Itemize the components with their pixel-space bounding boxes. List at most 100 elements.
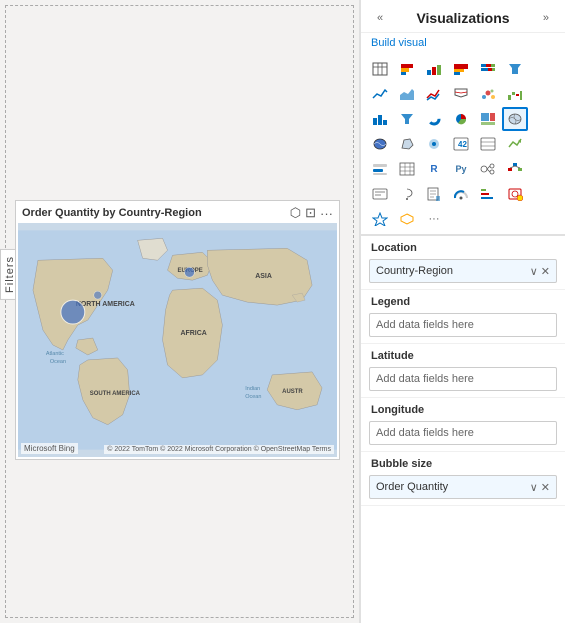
svg-text:AFRICA: AFRICA <box>180 330 206 337</box>
area-icon[interactable] <box>394 82 420 106</box>
custom2-icon[interactable] <box>394 207 420 231</box>
icon-row-2 <box>367 82 559 106</box>
location-close-icon[interactable]: ✕ <box>541 265 550 278</box>
viz-icon-grid: 42 R Py <box>361 55 565 236</box>
canvas-area: Filters Order Quantity by Country-Region… <box>0 0 360 623</box>
decomp-tree-icon[interactable] <box>502 157 528 181</box>
donut-icon[interactable] <box>421 107 447 131</box>
legend-slot[interactable]: Add data fields here <box>369 313 557 337</box>
longitude-label: Longitude <box>361 398 565 419</box>
location-field-text: Country-Region <box>376 265 530 277</box>
focus-icon[interactable]: ⊡ <box>305 205 316 221</box>
right-panel: « Visualizations » Build visual <box>360 0 565 623</box>
svg-text:ASIA: ASIA <box>255 273 272 280</box>
bubble-size-label: Bubble size <box>361 452 565 473</box>
bubble-size-slot-icons: ∨ ✕ <box>530 481 550 494</box>
field-section-bubble-size: Bubble size Order Quantity ∨ ✕ <box>361 452 565 506</box>
stacked-bar-icon[interactable] <box>394 57 420 81</box>
svg-text:42: 42 <box>458 140 467 149</box>
icon-row-5: R Py <box>367 157 559 181</box>
key-influencers-icon[interactable] <box>475 157 501 181</box>
field-section-longitude: Longitude Add data fields here <box>361 398 565 452</box>
visual-controls: ⬡ ⊡ ··· <box>290 205 333 221</box>
waterfall-icon[interactable] <box>502 82 528 106</box>
legend-field-text: Add data fields here <box>376 319 550 331</box>
map-icon active[interactable] <box>502 107 528 131</box>
longitude-field-text: Add data fields here <box>376 427 550 439</box>
bubble-size-dropdown-icon[interactable]: ∨ <box>530 481 538 494</box>
svg-text:Atlantic: Atlantic <box>46 351 64 357</box>
clustered-col-icon[interactable] <box>448 57 474 81</box>
number-card-icon[interactable]: 42 <box>448 132 474 156</box>
collapse-left-btn[interactable]: « <box>371 8 389 28</box>
latitude-label: Latitude <box>361 344 565 365</box>
build-visual-link[interactable]: Build visual <box>361 33 565 55</box>
fields-area: Location Country-Region ∨ ✕ Legend Add d… <box>361 236 565 623</box>
line-icon[interactable] <box>367 82 393 106</box>
icon-row-1 <box>367 57 559 81</box>
bing-logo: Microsoft Bing <box>21 443 78 454</box>
multi-row-card-icon[interactable] <box>475 132 501 156</box>
new-visual-icon[interactable] <box>502 182 528 206</box>
visual-card: Order Quantity by Country-Region ⬡ ⊡ ··· <box>15 200 340 460</box>
kpi-icon[interactable] <box>502 132 528 156</box>
gauge-icon[interactable] <box>448 182 474 206</box>
location-dropdown-icon[interactable]: ∨ <box>530 265 538 278</box>
100pct-bar-icon[interactable] <box>475 57 501 81</box>
bubble-size-close-icon[interactable]: ✕ <box>541 481 550 494</box>
svg-text:SOUTH AMERICA: SOUTH AMERICA <box>90 391 141 397</box>
r-icon[interactable]: R <box>421 157 447 181</box>
slicer-icon[interactable] <box>367 157 393 181</box>
svg-text:Ocean: Ocean <box>245 394 261 400</box>
visual-card-header: Order Quantity by Country-Region ⬡ ⊡ ··· <box>16 201 339 225</box>
line-stacked-icon[interactable] <box>421 82 447 106</box>
svg-text:Ocean: Ocean <box>50 359 66 365</box>
legend-label: Legend <box>361 290 565 311</box>
icon-row-6 <box>367 182 559 206</box>
matrix-icon[interactable] <box>394 157 420 181</box>
field-section-latitude: Latitude Add data fields here <box>361 344 565 398</box>
smart-narrative-icon[interactable] <box>367 182 393 206</box>
panel-header: « Visualizations » <box>361 0 565 33</box>
expand-right-btn[interactable]: » <box>537 8 555 28</box>
location-slot[interactable]: Country-Region ∨ ✕ <box>369 259 557 283</box>
python-icon[interactable]: Py <box>448 157 474 181</box>
custom1-icon[interactable] <box>367 207 393 231</box>
pie-icon[interactable] <box>448 107 474 131</box>
ribbon-icon[interactable] <box>448 82 474 106</box>
bubble-size-field-text: Order Quantity <box>376 481 530 493</box>
map-svg: NORTH AMERICA SOUTH AMERICA EUROPE ASIA … <box>18 223 337 457</box>
treemap-icon[interactable] <box>475 107 501 131</box>
scatter-icon[interactable] <box>475 82 501 106</box>
location-slot-icons: ∨ ✕ <box>530 265 550 278</box>
location-label: Location <box>361 236 565 257</box>
map-container: NORTH AMERICA SOUTH AMERICA EUROPE ASIA … <box>18 223 337 457</box>
table-icon[interactable] <box>367 57 393 81</box>
more-visuals-icon[interactable]: ··· <box>421 207 447 231</box>
latitude-field-text: Add data fields here <box>376 373 550 385</box>
azure-map-icon[interactable] <box>421 132 447 156</box>
more-options-icon[interactable]: ··· <box>320 206 333 221</box>
latitude-slot[interactable]: Add data fields here <box>369 367 557 391</box>
funnel-icon[interactable] <box>502 57 528 81</box>
filled-map-icon[interactable] <box>367 132 393 156</box>
icon-row-3 <box>367 107 559 131</box>
clustered-bar-icon[interactable] <box>421 57 447 81</box>
field-section-location: Location Country-Region ∨ ✕ <box>361 236 565 290</box>
col-chart-icon[interactable] <box>367 107 393 131</box>
bar2-icon[interactable] <box>475 182 501 206</box>
paginated-icon[interactable] <box>421 182 447 206</box>
svg-text:NORTH AMERICA: NORTH AMERICA <box>76 301 135 308</box>
qa-icon[interactable] <box>394 182 420 206</box>
panel-title: Visualizations <box>416 10 509 26</box>
filter-icon[interactable]: ⬡ <box>290 205 301 221</box>
longitude-slot[interactable]: Add data fields here <box>369 421 557 445</box>
map-copyright: © 2022 TomTom © 2022 Microsoft Corporati… <box>104 445 334 454</box>
svg-text:AUSTR: AUSTR <box>282 389 303 395</box>
filter-icon[interactable] <box>394 107 420 131</box>
shape-map-icon[interactable] <box>394 132 420 156</box>
bubble-size-slot[interactable]: Order Quantity ∨ ✕ <box>369 475 557 499</box>
visual-title: Order Quantity by Country-Region <box>22 207 202 219</box>
svg-text:Indian: Indian <box>245 386 260 392</box>
icon-row-7: ··· <box>367 207 559 231</box>
